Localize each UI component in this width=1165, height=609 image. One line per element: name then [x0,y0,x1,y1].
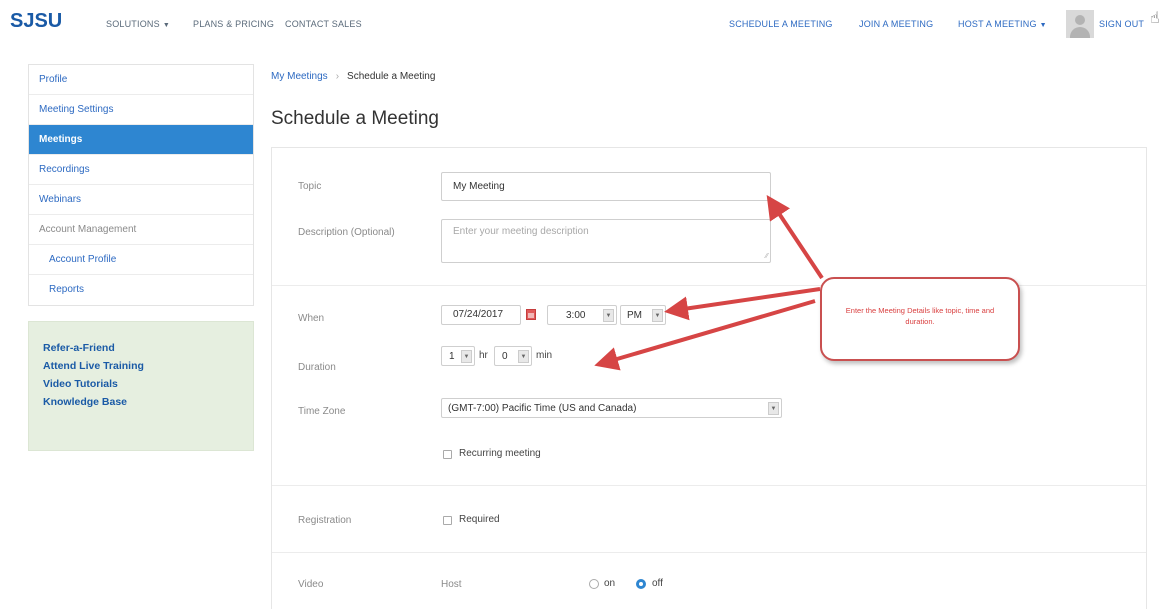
nav-plans-pricing[interactable]: PLANS & PRICING [193,19,274,29]
ampm-select[interactable]: PM ▼ [620,305,666,325]
when-label: When [298,313,325,324]
avatar[interactable] [1066,10,1094,38]
timezone-select[interactable]: (GMT-7:00) Pacific Time (US and Canada) … [441,398,782,418]
chevron-down-icon: ▼ [768,402,779,415]
sidebar-item-meeting-settings[interactable]: Meeting Settings [29,95,253,125]
sidebar-item-reports[interactable]: Reports [29,275,253,305]
link-knowledge-base[interactable]: Knowledge Base [43,396,253,408]
video-host-on-radio[interactable] [589,579,599,589]
timezone-value: (GMT-7:00) Pacific Time (US and Canada) [448,403,637,414]
schedule-form-panel: Topic My Meeting Description (Optional) … [271,147,1147,609]
chevron-down-icon: ▼ [461,350,472,363]
nav-solutions[interactable]: SOLUTIONS ▼ [106,19,170,29]
description-label: Description (Optional) [298,227,395,238]
sidebar-item-webinars[interactable]: Webinars [29,185,253,215]
breadcrumb-my-meetings[interactable]: My Meetings [271,71,328,82]
video-host-off-label: off [652,578,663,589]
topic-input[interactable]: My Meeting [441,172,771,201]
description-textarea[interactable]: Enter your meeting description ⁄⁄ [441,219,771,263]
sidebar-item-profile[interactable]: Profile [29,65,253,95]
video-host-on-label: on [604,578,616,589]
top-navigation: SJSU SOLUTIONS ▼ PLANS & PRICING CONTACT … [0,0,1165,48]
sidebar-item-recordings[interactable]: Recordings [29,155,253,185]
sidebar-group-account-management: Account Management [29,215,253,245]
duration-hours-value: 1 [449,351,455,362]
duration-minutes-value: 0 [502,351,508,362]
recurring-label: Recurring meeting [459,448,541,459]
chevron-down-icon: ▼ [603,309,614,322]
timezone-label: Time Zone [298,406,346,417]
resize-grip-icon[interactable]: ⁄⁄ [766,253,768,260]
sidebar-item-account-profile[interactable]: Account Profile [29,245,253,275]
recurring-checkbox[interactable] [443,450,452,459]
chevron-down-icon: ▼ [162,22,170,29]
page-title: Schedule a Meeting [271,108,439,129]
time-value: 3:00 [566,310,586,321]
link-attend-live-training[interactable]: Attend Live Training [43,360,253,372]
video-host-label: Host [441,579,462,590]
min-unit-label: min [536,350,553,361]
section-divider [272,485,1146,486]
nav-contact-sales[interactable]: CONTACT SALES [285,19,362,29]
registration-required-checkbox[interactable] [443,516,452,525]
sidebar: Profile Meeting Settings Meetings Record… [28,64,254,306]
duration-minutes-select[interactable]: 0 ▼ [494,346,532,366]
link-refer-a-friend[interactable]: Refer-a-Friend [43,342,253,354]
chevron-down-icon: ▼ [652,309,663,322]
duration-hours-select[interactable]: 1 ▼ [441,346,475,366]
logo[interactable]: SJSU [10,10,62,33]
chevron-down-icon: ▼ [518,350,529,363]
topic-label: Topic [298,181,322,192]
video-host-off-radio[interactable] [636,579,646,589]
ampm-value: PM [627,310,642,321]
time-select[interactable]: 3:00 ▼ [547,305,617,325]
breadcrumb-current: Schedule a Meeting [347,71,436,82]
nav-sign-out[interactable]: SIGN OUT [1099,19,1144,29]
description-placeholder: Enter your meeting description [453,226,589,237]
nav-schedule-meeting[interactable]: SCHEDULE A MEETING [729,19,833,29]
breadcrumb: My Meetings › Schedule a Meeting [271,71,435,82]
registration-required-label: Required [459,514,500,525]
calendar-icon[interactable] [526,309,536,320]
sidebar-item-meetings[interactable]: Meetings [29,125,253,155]
help-links-box: Refer-a-Friend Attend Live Training Vide… [28,321,254,451]
video-label: Video [298,579,324,590]
hr-unit-label: hr [479,350,488,361]
chevron-down-icon: ▼ [1039,22,1047,29]
section-divider [272,552,1146,553]
hand-cursor-icon: ☝ [1150,10,1160,27]
duration-label: Duration [298,362,336,373]
date-input[interactable]: 07/24/2017 [441,305,521,325]
breadcrumb-separator: › [335,71,340,82]
annotation-callout: Enter the Meeting Details like topic, ti… [820,277,1020,361]
nav-join-meeting[interactable]: JOIN A MEETING [859,19,933,29]
registration-label: Registration [298,515,352,526]
nav-host-meeting[interactable]: HOST A MEETING ▼ [958,19,1047,29]
link-video-tutorials[interactable]: Video Tutorials [43,378,253,390]
